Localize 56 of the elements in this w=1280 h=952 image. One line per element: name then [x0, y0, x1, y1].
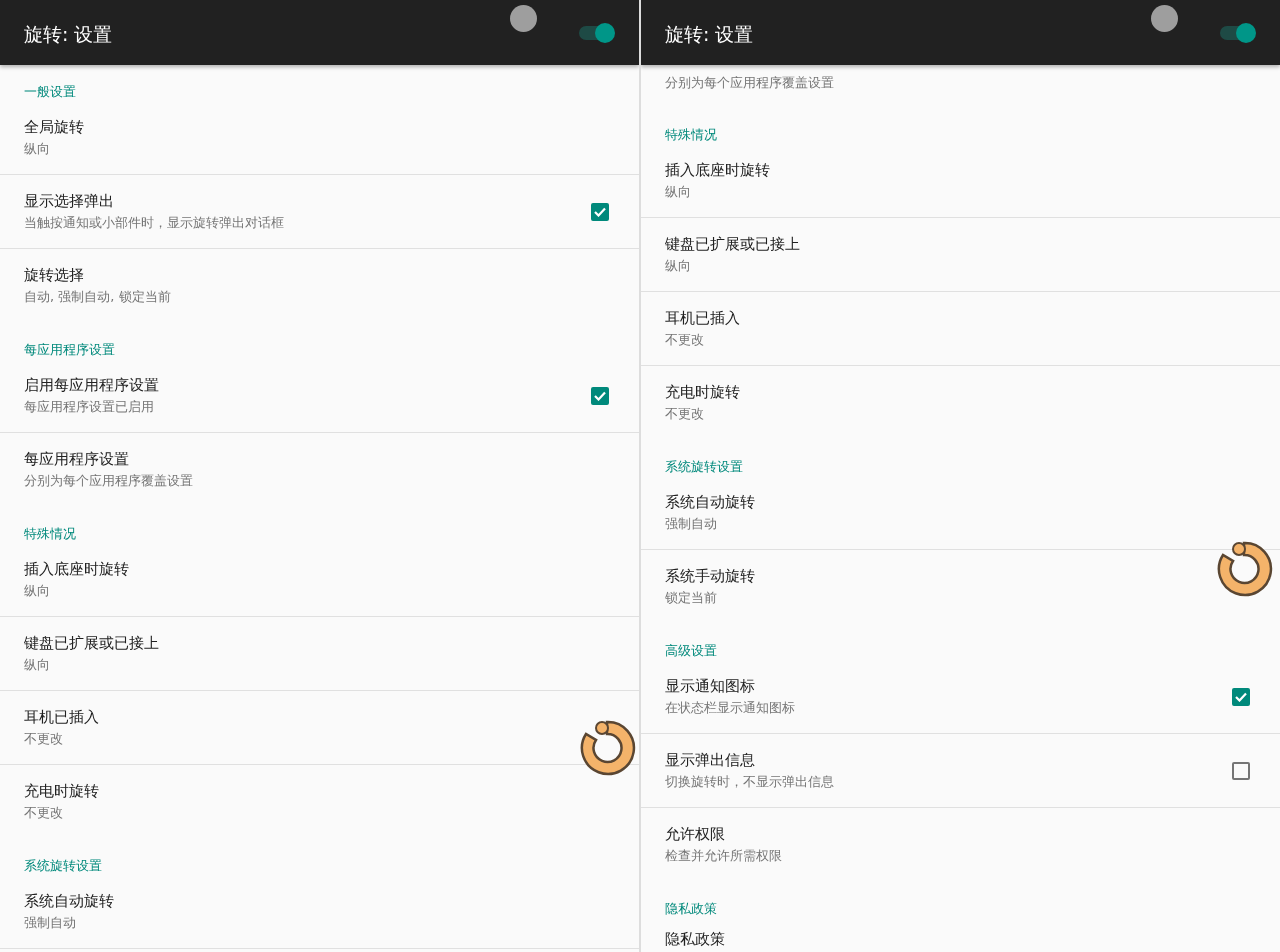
setting-summary: 当触按通知或小部件时，显示旋转弹出对话框: [24, 213, 285, 232]
section-header: 隐私政策: [664, 900, 718, 918]
setting-title: 插入底座时旋转: [665, 160, 771, 180]
setting-title: 显示选择弹出: [24, 191, 115, 211]
setting-summary: 纵向: [665, 182, 692, 201]
setting-summary: 不更改: [665, 330, 705, 349]
setting-title: 耳机已插入: [665, 308, 741, 328]
setting-title: 系统自动旋转: [24, 891, 115, 911]
setting-summary: 自动, 强制自动, 锁定当前: [24, 287, 172, 306]
app-title: 旋转: 设置: [24, 21, 113, 47]
setting-title: 启用每应用程序设置: [24, 375, 160, 395]
setting-summary: 纵向: [665, 256, 692, 275]
section-header: 每应用程序设置: [23, 341, 116, 359]
setting-summary: 分别为每个应用程序覆盖设置: [665, 74, 835, 92]
setting-summary: 纵向: [24, 655, 51, 674]
section-header: 一般设置: [23, 83, 77, 101]
setting-summary: 切换旋转时，不显示弹出信息: [665, 772, 835, 791]
setting-title: 键盘已扩展或已接上: [24, 633, 160, 653]
setting-summary: 锁定当前: [665, 588, 718, 607]
app-title: 旋转: 设置: [665, 21, 754, 47]
setting-summary: 强制自动: [24, 913, 77, 932]
setting-title: 耳机已插入: [24, 707, 100, 727]
setting-title: 每应用程序设置: [24, 449, 130, 469]
setting-summary: 不更改: [665, 404, 705, 423]
setting-title: 系统手动旋转: [665, 566, 756, 586]
section-header: 特殊情况: [23, 525, 77, 543]
setting-summary: 纵向: [24, 139, 51, 158]
setting-summary: 在状态栏显示通知图标: [665, 698, 796, 717]
checkbox[interactable]: [1232, 687, 1250, 706]
setting-title: 显示弹出信息: [665, 750, 756, 770]
setting-title: 充电时旋转: [24, 781, 100, 801]
setting-title: 显示通知图标: [665, 676, 756, 696]
setting-title: 系统自动旋转: [665, 492, 756, 512]
checkbox[interactable]: [591, 386, 609, 405]
setting-summary: 不更改: [24, 803, 64, 822]
setting-summary: 强制自动: [665, 514, 718, 533]
section-header: 系统旋转设置: [23, 857, 103, 875]
setting-title: 允许权限: [665, 824, 726, 844]
setting-title: 充电时旋转: [665, 382, 741, 402]
section-header: 高级设置: [664, 642, 718, 660]
toggle-switch[interactable]: [579, 22, 615, 43]
toggle-switch[interactable]: [1220, 22, 1256, 43]
setting-summary: 纵向: [24, 581, 51, 600]
setting-title: 键盘已扩展或已接上: [665, 234, 801, 254]
setting-summary: 每应用程序设置已启用: [24, 397, 155, 416]
checkbox[interactable]: [1232, 761, 1250, 780]
setting-summary: 分别为每个应用程序覆盖设置: [24, 471, 194, 490]
setting-title: 插入底座时旋转: [24, 559, 130, 579]
section-header: 特殊情况: [664, 126, 718, 144]
checkbox[interactable]: [591, 202, 609, 221]
setting-summary: 检查并允许所需权限: [665, 846, 783, 865]
setting-summary: 不更改: [24, 729, 64, 748]
setting-title: 旋转选择: [24, 265, 85, 285]
section-header: 系统旋转设置: [664, 458, 744, 476]
setting-title: 隐私政策: [665, 930, 726, 949]
setting-title: 全局旋转: [24, 117, 85, 137]
